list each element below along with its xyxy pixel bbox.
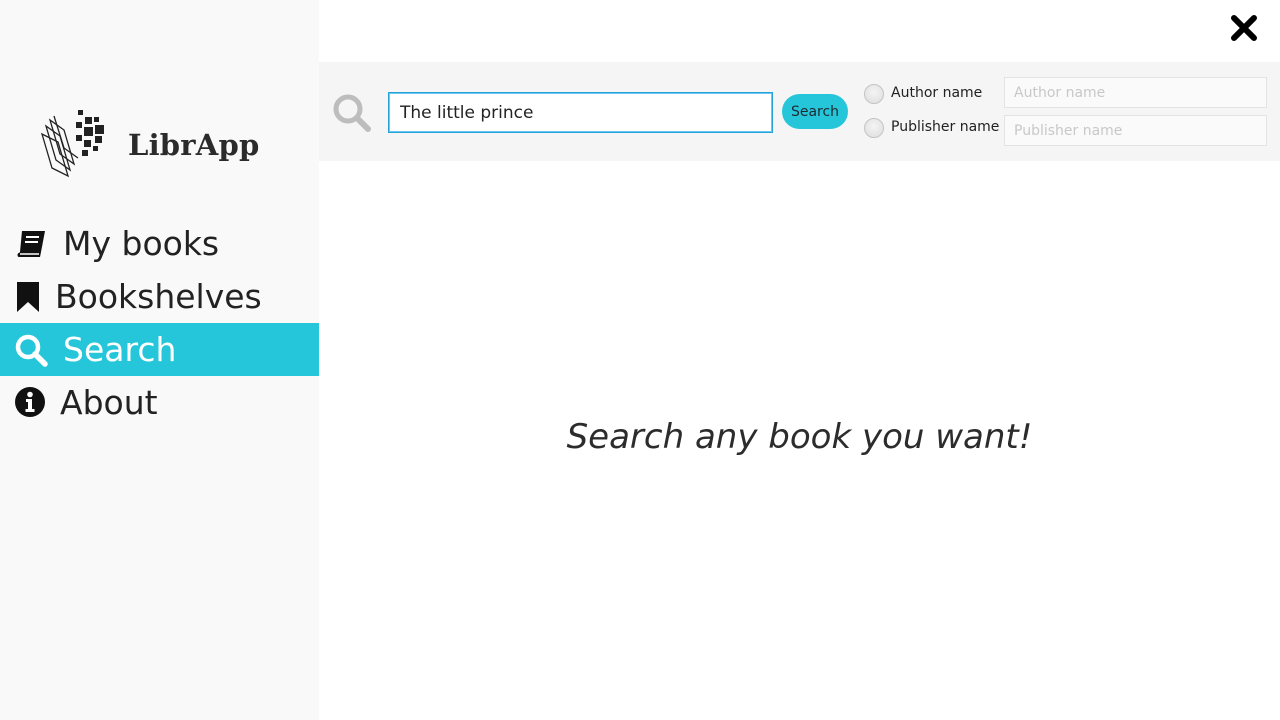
logo-icon — [40, 110, 104, 178]
app-name: LibrApp — [128, 128, 260, 162]
bookmark-icon — [17, 282, 39, 312]
publisher-radio[interactable] — [864, 118, 884, 138]
sidebar: LibrApp My books Bookshelves Search Abou… — [0, 0, 319, 720]
author-radio[interactable] — [864, 84, 884, 104]
app-logo: LibrApp — [38, 108, 278, 178]
author-radio-label: Author name — [891, 85, 983, 101]
info-icon — [15, 387, 45, 417]
empty-state-message: Search any book you want! — [566, 417, 1033, 457]
search-input[interactable] — [388, 92, 773, 133]
sidebar-item-about[interactable]: About — [0, 376, 319, 429]
sidebar-nav: My books Bookshelves Search About — [0, 217, 319, 429]
search-icon — [15, 334, 48, 367]
search-bar: Search Author name Publisher name — [319, 62, 1280, 161]
sidebar-item-label: Search — [63, 330, 177, 369]
sidebar-item-label: My books — [63, 224, 220, 263]
publisher-name-field[interactable] — [1004, 115, 1267, 146]
sidebar-item-label: About — [60, 383, 158, 422]
book-icon — [17, 231, 45, 257]
sidebar-item-search[interactable]: Search — [0, 323, 319, 376]
publisher-radio-label: Publisher name — [891, 119, 1000, 135]
sidebar-item-bookshelves[interactable]: Bookshelves — [0, 270, 319, 323]
search-button[interactable]: Search — [782, 94, 848, 129]
author-name-field[interactable] — [1004, 77, 1267, 108]
search-icon — [333, 94, 371, 132]
close-icon[interactable] — [1228, 12, 1260, 44]
app-window: LibrApp My books Bookshelves Search Abou… — [0, 0, 1280, 720]
sidebar-item-my-books[interactable]: My books — [0, 217, 319, 270]
sidebar-item-label: Bookshelves — [55, 277, 262, 316]
